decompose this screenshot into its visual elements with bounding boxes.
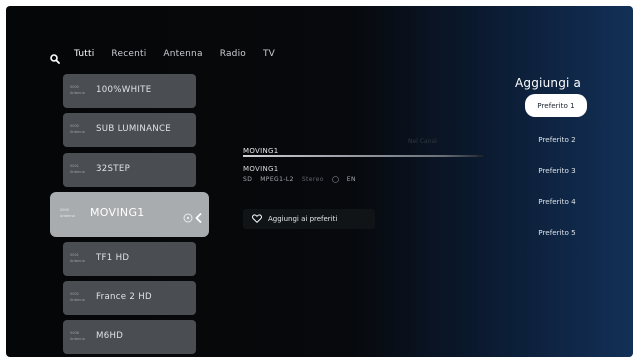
program-faint-text: Nel Canal <box>408 138 437 145</box>
channel-card[interactable]: 0006 Antenna M6HD <box>63 320 196 354</box>
channel-name: 32STEP <box>96 164 131 174</box>
program-info: MOVING1 Nel Canal MOVING1 SD MPEG1-L2 St… <box>243 138 483 183</box>
add-to-title: Aggiungi a <box>515 76 582 90</box>
program-channel-name: MOVING1 <box>243 147 279 155</box>
tag-audio-codec: MPEG1-L2 <box>260 176 294 183</box>
favorite-option-2[interactable]: Preferito 2 <box>521 132 593 148</box>
channel-source: Antenna <box>70 337 85 341</box>
program-title: MOVING1 <box>243 165 279 173</box>
channel-name: MOVING1 <box>90 206 145 219</box>
channel-card[interactable]: 0000 Antenna 100%WHITE <box>63 74 196 108</box>
channel-name: SUB LUMINANCE <box>96 124 172 134</box>
channel-source: Antenna <box>70 91 85 95</box>
channel-number: 0000 <box>70 85 79 89</box>
tag-language: EN <box>346 176 356 183</box>
channel-source: Antenna <box>70 130 85 134</box>
channel-name: TF1 HD <box>96 253 130 263</box>
channel-name: M6HD <box>96 331 124 341</box>
channel-number: 0000 <box>70 124 79 128</box>
channel-number: 0002 <box>70 292 79 296</box>
subtitle-icon <box>331 176 339 185</box>
selected-channel-icons <box>183 208 202 227</box>
add-to-favorites-button[interactable]: Aggiungi ai preferiti <box>243 209 375 229</box>
channel-name: France 2 HD <box>96 292 152 302</box>
favorite-option-4[interactable]: Preferito 4 <box>521 194 593 210</box>
tag-audio-mode: Stereo <box>301 176 324 183</box>
tab-tv[interactable]: TV <box>263 49 275 59</box>
program-progress-bar <box>243 155 483 157</box>
channel-list: 0000 Antenna 100%WHITE 0000 Antenna SUB … <box>6 6 226 357</box>
channel-source: Antenna <box>70 170 85 174</box>
program-tags: SD MPEG1-L2 Stereo EN <box>243 176 356 185</box>
channel-number: 0001 <box>70 253 79 257</box>
channel-source: Antenna <box>70 259 85 263</box>
favorite-option-1[interactable]: Preferito 1 <box>525 94 587 117</box>
add-to-favorites-label: Aggiungi ai preferiti <box>268 215 338 223</box>
channel-card[interactable]: 0002 Antenna France 2 HD <box>63 281 196 315</box>
favorite-option-3[interactable]: Preferito 3 <box>521 163 593 179</box>
channel-number: 0006 <box>70 331 79 335</box>
channel-source: Antenna <box>60 214 75 218</box>
program-progress-fill <box>243 155 479 157</box>
chevron-left-icon[interactable] <box>195 208 202 227</box>
tv-screen: Tutti Recenti Antenna Radio TV 0000 Ante… <box>6 6 633 357</box>
tag-quality: SD <box>243 176 253 183</box>
channel-source: Antenna <box>70 298 85 302</box>
heart-icon <box>252 213 262 225</box>
channel-card-selected[interactable]: 0000 Antenna MOVING1 <box>50 192 209 237</box>
channel-number: 0001 <box>70 164 79 168</box>
favorite-option-5[interactable]: Preferito 5 <box>521 225 593 241</box>
channel-card[interactable]: 0001 Antenna 32STEP <box>63 153 196 187</box>
info-circle-icon[interactable] <box>183 208 193 227</box>
channel-card[interactable]: 0001 Antenna TF1 HD <box>63 242 196 276</box>
channel-card[interactable]: 0000 Antenna SUB LUMINANCE <box>63 113 196 147</box>
channel-name: 100%WHITE <box>96 85 152 95</box>
channel-number: 0000 <box>60 208 69 212</box>
